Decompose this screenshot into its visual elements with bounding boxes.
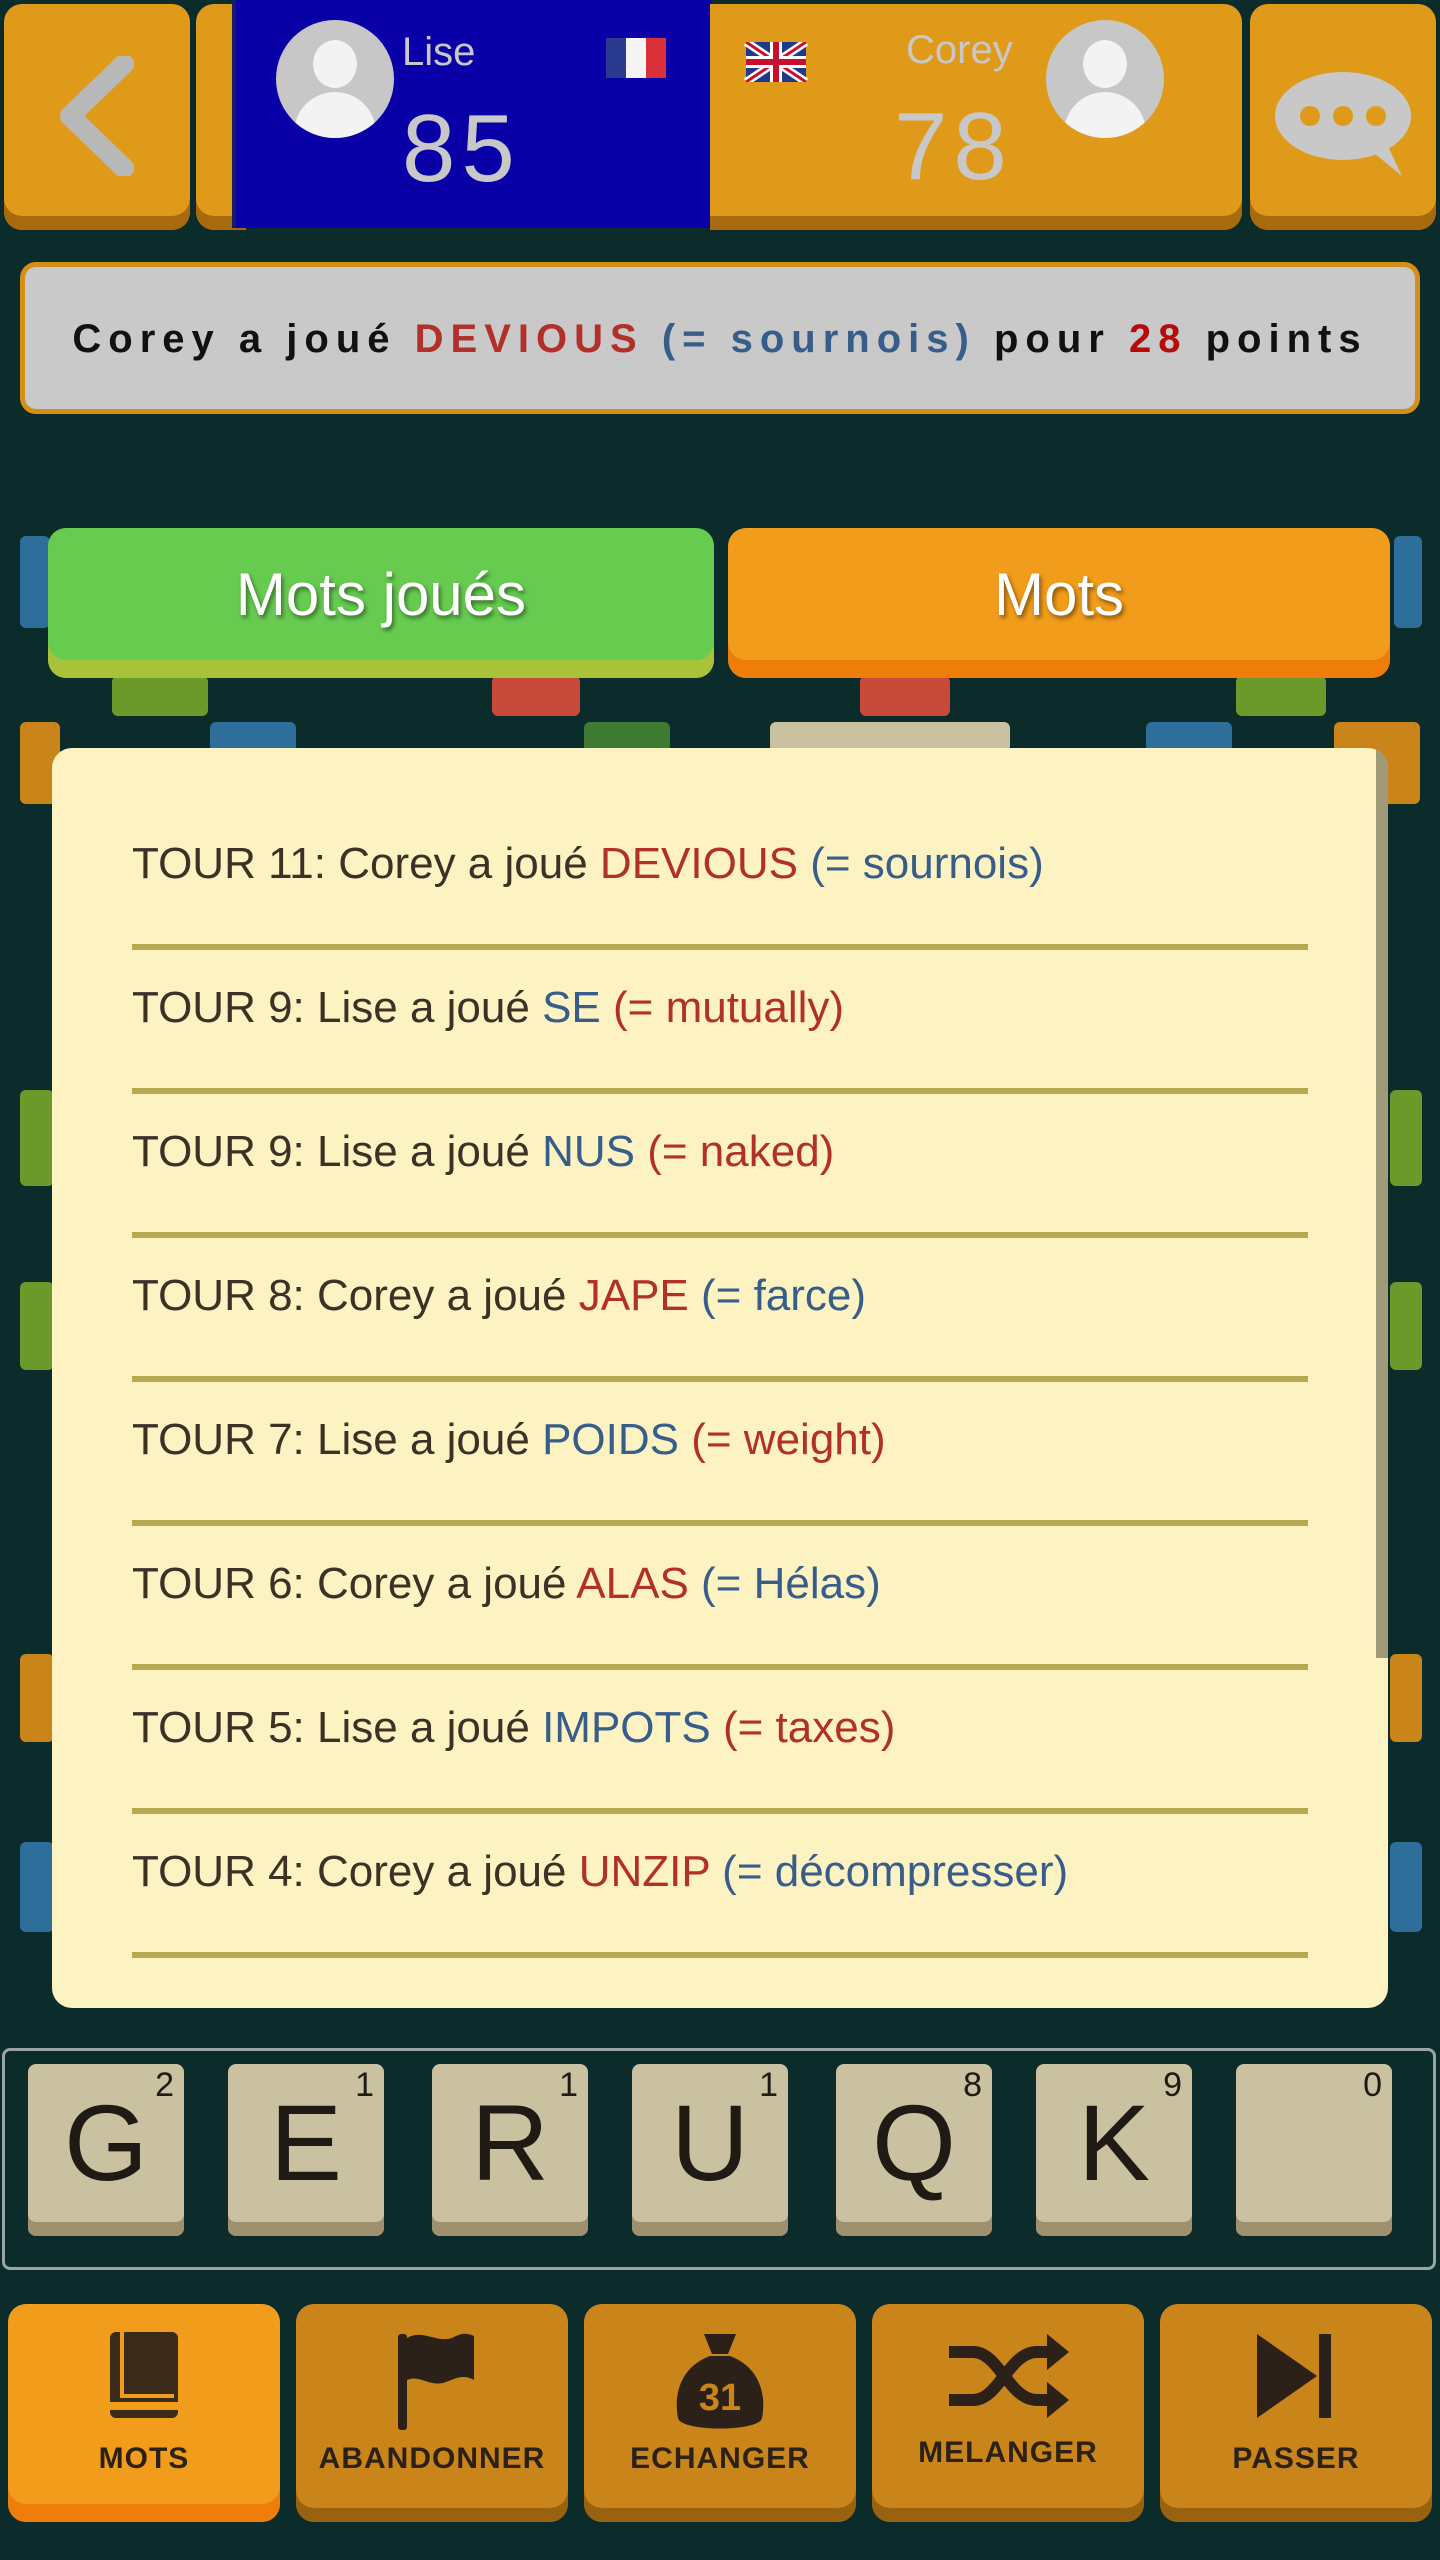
player-right-name: Corey bbox=[906, 28, 1013, 72]
player-left-panel: Lise 85 bbox=[232, 0, 712, 228]
divider bbox=[132, 1808, 1308, 1814]
turn-word: ALAS bbox=[576, 1559, 689, 1608]
france-flag-icon bbox=[606, 38, 666, 78]
turn-word: NUS bbox=[542, 1127, 635, 1176]
turn-word: POIDS bbox=[542, 1415, 679, 1464]
turn-translation: (= farce) bbox=[701, 1271, 867, 1320]
tab-words[interactable]: Mots bbox=[728, 528, 1390, 678]
list-item[interactable]: TOUR 6: Corey a joué ALAS (= Hélas) bbox=[132, 1552, 1308, 1696]
turn-prefix: TOUR 4: Corey a joué bbox=[132, 1847, 567, 1896]
pass-button[interactable]: PASSER bbox=[1160, 2304, 1432, 2522]
list-item[interactable]: TOUR 8: Corey a joué JAPE (= farce) bbox=[132, 1264, 1308, 1408]
notif-player: Corey bbox=[72, 317, 221, 361]
notif-word: DEVIOUS bbox=[414, 317, 644, 361]
turn-word: IMPOTS bbox=[542, 1703, 711, 1752]
rack-tile-blank[interactable]: 0 bbox=[1236, 2064, 1392, 2236]
player-left-score: 85 bbox=[402, 95, 521, 202]
skip-forward-icon bbox=[1257, 2334, 1331, 2418]
last-move-notification: Corey a joué DEVIOUS (= sournois) pour 2… bbox=[20, 262, 1420, 414]
rack-tile[interactable]: G 2 bbox=[28, 2064, 184, 2236]
tile-points: 9 bbox=[1163, 2066, 1182, 2104]
notif-points: 28 bbox=[1128, 317, 1188, 361]
divider bbox=[132, 1088, 1308, 1094]
turn-prefix: TOUR 8: Corey a joué bbox=[132, 1271, 567, 1320]
scrollbar[interactable] bbox=[1376, 748, 1388, 1658]
shuffle-icon bbox=[949, 2334, 1069, 2418]
divider bbox=[132, 1376, 1308, 1382]
tile-points: 1 bbox=[559, 2066, 578, 2104]
turn-translation: (= sournois) bbox=[810, 839, 1044, 888]
turn-prefix: TOUR 5: Lise a joué bbox=[132, 1703, 530, 1752]
flag-icon bbox=[398, 2333, 474, 2430]
turn-translation: (= mutually) bbox=[613, 983, 845, 1032]
words-label: MOTS bbox=[98, 2442, 190, 2475]
notif-translation: (= sournois) bbox=[661, 317, 976, 361]
chat-button[interactable] bbox=[1250, 4, 1436, 230]
notif-unit: points bbox=[1205, 317, 1368, 361]
chat-bubble-icon bbox=[1275, 72, 1411, 176]
words-button[interactable]: MOTS bbox=[8, 2304, 280, 2522]
exchange-label: ECHANGER bbox=[630, 2442, 810, 2475]
tile-points: 0 bbox=[1363, 2066, 1382, 2104]
player-right-score: 78 bbox=[894, 93, 1013, 200]
chevron-left-icon bbox=[60, 56, 134, 176]
list-item[interactable]: TOUR 9: Lise a joué SE (= mutually) bbox=[132, 976, 1308, 1120]
turn-word: DEVIOUS bbox=[599, 839, 798, 888]
turn-translation: (= Hélas) bbox=[701, 1559, 881, 1608]
rack-tile[interactable]: E 1 bbox=[228, 2064, 384, 2236]
pass-label: PASSER bbox=[1232, 2442, 1360, 2475]
tile-bag-icon: 31 bbox=[676, 2334, 764, 2429]
played-words-panel[interactable]: TOUR 11: Corey a joué DEVIOUS (= sournoi… bbox=[52, 748, 1388, 2008]
turn-translation: (= weight) bbox=[691, 1415, 886, 1464]
avatar-icon bbox=[1046, 20, 1164, 138]
played-words-list: TOUR 11: Corey a joué DEVIOUS (= sournoi… bbox=[132, 832, 1308, 1984]
rack-tile[interactable]: K 9 bbox=[1036, 2064, 1192, 2236]
uk-flag-icon bbox=[744, 42, 808, 82]
abandon-label: ABANDONNER bbox=[318, 2442, 546, 2475]
tile-points: 2 bbox=[155, 2066, 174, 2104]
exchange-button[interactable]: 31 ECHANGER bbox=[584, 2304, 856, 2522]
rack-tile[interactable]: U 1 bbox=[632, 2064, 788, 2236]
turn-translation: (= décompresser) bbox=[722, 1847, 1069, 1896]
abandon-button[interactable]: ABANDONNER bbox=[296, 2304, 568, 2522]
divider bbox=[132, 1952, 1308, 1958]
player-left-name: Lise bbox=[402, 30, 476, 74]
tab-played-words[interactable]: Mots joués bbox=[48, 528, 714, 678]
rack-tile[interactable]: Q 8 bbox=[836, 2064, 992, 2236]
divider bbox=[132, 944, 1308, 950]
shuffle-button[interactable]: MELANGER bbox=[872, 2304, 1144, 2522]
bag-count: 31 bbox=[699, 2377, 741, 2419]
turn-translation: (= naked) bbox=[647, 1127, 835, 1176]
divider bbox=[132, 1664, 1308, 1670]
shuffle-label: MELANGER bbox=[918, 2436, 1098, 2469]
turn-prefix: TOUR 7: Lise a joué bbox=[132, 1415, 530, 1464]
list-item[interactable]: TOUR 11: Corey a joué DEVIOUS (= sournoi… bbox=[132, 832, 1308, 976]
turn-prefix: TOUR 9: Lise a joué bbox=[132, 1127, 530, 1176]
tile-points: 1 bbox=[759, 2066, 778, 2104]
dictionary-book-icon bbox=[110, 2332, 178, 2418]
turn-word: UNZIP bbox=[578, 1847, 710, 1896]
list-item[interactable]: TOUR 9: Lise a joué NUS (= naked) bbox=[132, 1120, 1308, 1264]
divider bbox=[132, 1232, 1308, 1238]
rack-tile[interactable]: R 1 bbox=[432, 2064, 588, 2236]
turn-prefix: TOUR 9: Lise a joué bbox=[132, 983, 530, 1032]
list-item[interactable]: TOUR 4: Corey a joué UNZIP (= décompress… bbox=[132, 1840, 1308, 1984]
tile-points: 8 bbox=[963, 2066, 982, 2104]
turn-prefix: TOUR 6: Corey a joué bbox=[132, 1559, 567, 1608]
turn-prefix: TOUR 11: Corey a joué bbox=[132, 839, 588, 888]
turn-word: JAPE bbox=[578, 1271, 689, 1320]
list-item[interactable]: TOUR 5: Lise a joué IMPOTS (= taxes) bbox=[132, 1696, 1308, 1840]
notif-mid: pour bbox=[993, 317, 1111, 361]
turn-word: SE bbox=[542, 983, 601, 1032]
avatar-icon bbox=[276, 20, 394, 138]
player-right-panel: Corey 78 bbox=[710, 4, 1242, 230]
back-button[interactable] bbox=[4, 4, 190, 230]
list-item[interactable]: TOUR 7: Lise a joué POIDS (= weight) bbox=[132, 1408, 1308, 1552]
turn-translation: (= taxes) bbox=[722, 1703, 896, 1752]
divider bbox=[132, 1520, 1308, 1526]
notif-verb: a joué bbox=[238, 317, 397, 361]
tile-points: 1 bbox=[355, 2066, 374, 2104]
